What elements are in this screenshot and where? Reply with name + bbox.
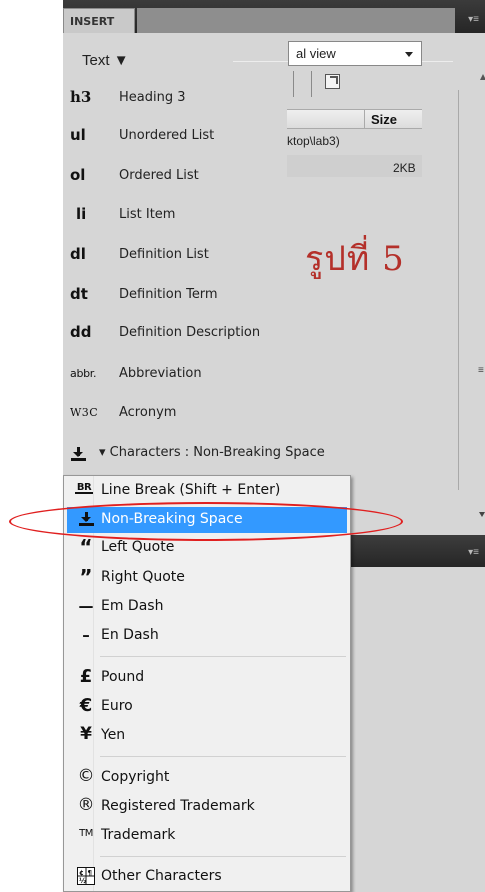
menu-item-label: Registered Trademark [101,798,255,814]
expand-panel-icon[interactable] [325,74,340,89]
insert-item-unordered-list[interactable]: ul Unordered List [63,126,463,156]
menu-item-label: Em Dash [101,598,164,614]
dd-icon: dd [70,323,92,341]
menu-item-right-quote[interactable]: ” Right Quote [67,565,347,591]
insert-item-abbreviation[interactable]: abbr. Abbreviation [63,364,463,394]
menu-item-label: Copyright [101,769,170,785]
insert-item-label: Heading 3 [119,90,186,105]
registered-icon: ® [77,795,95,815]
view-select-value: al view [296,46,336,61]
insert-item-label: Definition Term [119,287,218,302]
files-table-header [287,109,422,129]
insert-panel: INSERT ▾≡ Text ▼ h3 Heading 3 ul Unorder… [63,0,485,535]
menu-item-registered-trademark[interactable]: ® Registered Trademark [67,794,347,820]
h3-icon: h3 [70,88,92,106]
menu-item-copyright[interactable]: © Copyright [67,765,347,791]
abbr-icon: abbr. [70,367,97,380]
menu-item-other-characters[interactable]: ¢ ¶ ½ Other Characters [67,864,347,890]
insert-item-label: List Item [119,207,176,222]
left-quote-icon: “ [79,535,93,559]
view-select[interactable]: al view [288,41,422,66]
li-icon: li [76,205,87,223]
dt-icon: dt [70,285,88,303]
dl-icon: dl [70,245,86,263]
insert-item-label: Definition Description [119,325,261,340]
insert-scrollbar[interactable] [458,80,484,500]
menu-item-label: Euro [101,698,133,714]
figure-caption: รูปที่ 5 [305,239,405,279]
category-label: Text [82,52,110,69]
menu-item-pound[interactable]: £ Pound [67,665,347,691]
dropdown-arrow-icon: ▼ [113,52,129,69]
menu-item-label: Trademark [101,827,176,843]
en-dash-icon: – [82,626,90,644]
file-size: 2KB [393,161,416,175]
highlight-annotation [9,502,403,541]
em-dash-icon: — [78,597,94,615]
scroll-down-arrow-icon[interactable] [479,512,485,517]
size-column-header[interactable]: Size [371,112,397,127]
menu-item-euro[interactable]: € Euro [67,694,347,720]
insert-item-label: Unordered List [119,128,215,143]
w3c-icon: W3C [70,406,99,419]
menu-item-label: Right Quote [101,569,185,585]
insert-item-characters[interactable]: ▾ Characters : Non-Breaking Space [63,443,463,473]
tab-insert[interactable]: INSERT [63,8,135,33]
insert-item-label: Ordered List [119,168,199,183]
yen-icon: ¥ [80,724,92,744]
tab-strip [137,8,455,33]
scrollbar-track [458,90,459,490]
insert-item-definition-description[interactable]: dd Definition Description [63,323,463,353]
insert-item-definition-term[interactable]: dt Definition Term [63,285,463,315]
insert-panel-tabbar: INSERT ▾≡ [63,0,485,33]
insert-item-label: Definition List [119,247,209,262]
toolbar-divider [311,71,312,97]
menu-item-line-break[interactable]: BR Line Break (Shift + Enter) [67,478,347,504]
column-divider[interactable] [364,110,365,129]
insert-item-acronym[interactable]: W3C Acronym [63,403,463,433]
pound-icon: £ [79,666,93,687]
menu-item-yen[interactable]: ¥ Yen [67,723,347,749]
ol-icon: ol [70,166,86,184]
menu-item-label: En Dash [101,627,159,643]
scroll-up-arrow-icon[interactable] [480,74,485,80]
menu-item-label: Pound [101,669,145,685]
insert-item-label: Abbreviation [119,366,202,381]
menu-item-label: Yen [101,727,126,743]
menu-item-label: Other Characters [101,868,222,884]
menu-item-label: Line Break (Shift + Enter) [101,482,281,498]
line-break-icon: BR [75,482,93,494]
menu-item-trademark[interactable]: TM Trademark [67,823,347,849]
menu-divider [100,656,346,657]
scroll-thumb-grip-icon[interactable]: ≡ [478,365,484,376]
dropdown-arrow-icon [405,52,413,57]
panel-options-icon[interactable]: ▾≡ [468,547,479,558]
site-path: ktop\lab3) [287,134,340,148]
euro-icon: € [79,695,93,716]
other-characters-icon: ¢ ¶ ½ [75,867,97,889]
panel-options-icon[interactable]: ▾≡ [468,14,479,25]
svg-text:½: ½ [79,877,86,885]
copyright-icon: © [77,766,95,786]
trademark-icon: TM [79,828,93,839]
menu-item-em-dash[interactable]: — Em Dash [67,594,347,620]
menu-divider [100,856,346,857]
menu-divider [100,756,346,757]
menu-item-en-dash[interactable]: – En Dash [67,623,347,649]
svg-text:¶: ¶ [88,869,92,877]
category-dropdown[interactable]: Text ▼ [82,52,129,69]
svg-text:¢: ¢ [79,869,84,877]
toolbar-divider [293,71,294,97]
ul-icon: ul [70,126,86,144]
right-quote-icon: ” [79,565,93,589]
insert-item-label: Acronym [119,405,177,420]
insert-item-label: ▾ Characters : Non-Breaking Space [99,445,325,460]
menu-item-label: Left Quote [101,539,175,555]
